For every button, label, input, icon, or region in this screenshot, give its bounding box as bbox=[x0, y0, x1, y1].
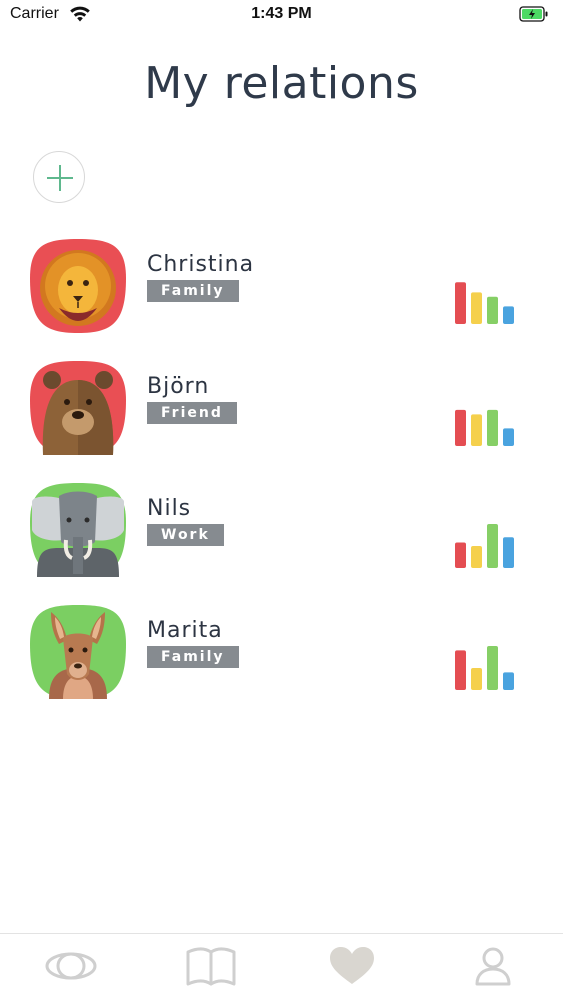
lion-icon bbox=[30, 239, 126, 333]
stat-bar bbox=[471, 668, 482, 690]
heart-icon[interactable] bbox=[328, 946, 376, 986]
page-title: My relations bbox=[144, 58, 419, 109]
list-item[interactable]: Björn Friend bbox=[0, 360, 563, 470]
stat-bar bbox=[471, 546, 482, 568]
stat-bar bbox=[487, 296, 498, 324]
stat-bar bbox=[455, 542, 466, 568]
battery-charging-icon bbox=[519, 6, 548, 22]
stat-bar bbox=[487, 646, 498, 690]
kangaroo-icon bbox=[30, 605, 126, 699]
elephant-icon bbox=[30, 483, 126, 577]
stat-bar bbox=[471, 414, 482, 446]
relation-tag: Family bbox=[147, 280, 239, 302]
relation-tag: Friend bbox=[147, 402, 237, 424]
stat-bar bbox=[503, 672, 514, 690]
list-item[interactable]: Nils Work bbox=[0, 482, 563, 592]
relation-name: Björn bbox=[147, 374, 210, 399]
relation-stats-chart bbox=[455, 646, 514, 690]
status-time: 1:43 PM bbox=[251, 5, 312, 22]
book-icon[interactable] bbox=[185, 946, 237, 986]
list-item[interactable]: Christina Family bbox=[0, 238, 563, 348]
status-bar: Carrier 1:43 PM bbox=[0, 0, 563, 30]
tab-bar bbox=[0, 933, 563, 1000]
relation-stats-chart bbox=[455, 409, 514, 446]
stat-bar bbox=[503, 428, 514, 446]
stat-bar bbox=[503, 537, 514, 568]
relation-name: Christina bbox=[147, 252, 255, 277]
stat-bar bbox=[455, 409, 466, 446]
user-icon[interactable] bbox=[474, 946, 512, 986]
add-relation-button[interactable] bbox=[33, 151, 85, 203]
relation-name: Nils bbox=[147, 496, 192, 521]
stat-bar bbox=[503, 306, 514, 324]
relation-stats-chart bbox=[455, 524, 514, 568]
eye-icon[interactable] bbox=[45, 946, 97, 986]
stat-bar bbox=[455, 282, 466, 324]
relation-stats-chart bbox=[455, 282, 514, 324]
plus-icon bbox=[47, 165, 73, 191]
relation-tag: Work bbox=[147, 524, 224, 546]
stat-bar bbox=[455, 650, 466, 690]
stat-bar bbox=[471, 292, 482, 324]
stat-bar bbox=[487, 524, 498, 568]
bear-icon bbox=[30, 361, 126, 455]
list-item[interactable]: Marita Family bbox=[0, 604, 563, 714]
relation-tag: Family bbox=[147, 646, 239, 668]
stat-bar bbox=[487, 409, 498, 446]
relation-name: Marita bbox=[147, 618, 223, 643]
